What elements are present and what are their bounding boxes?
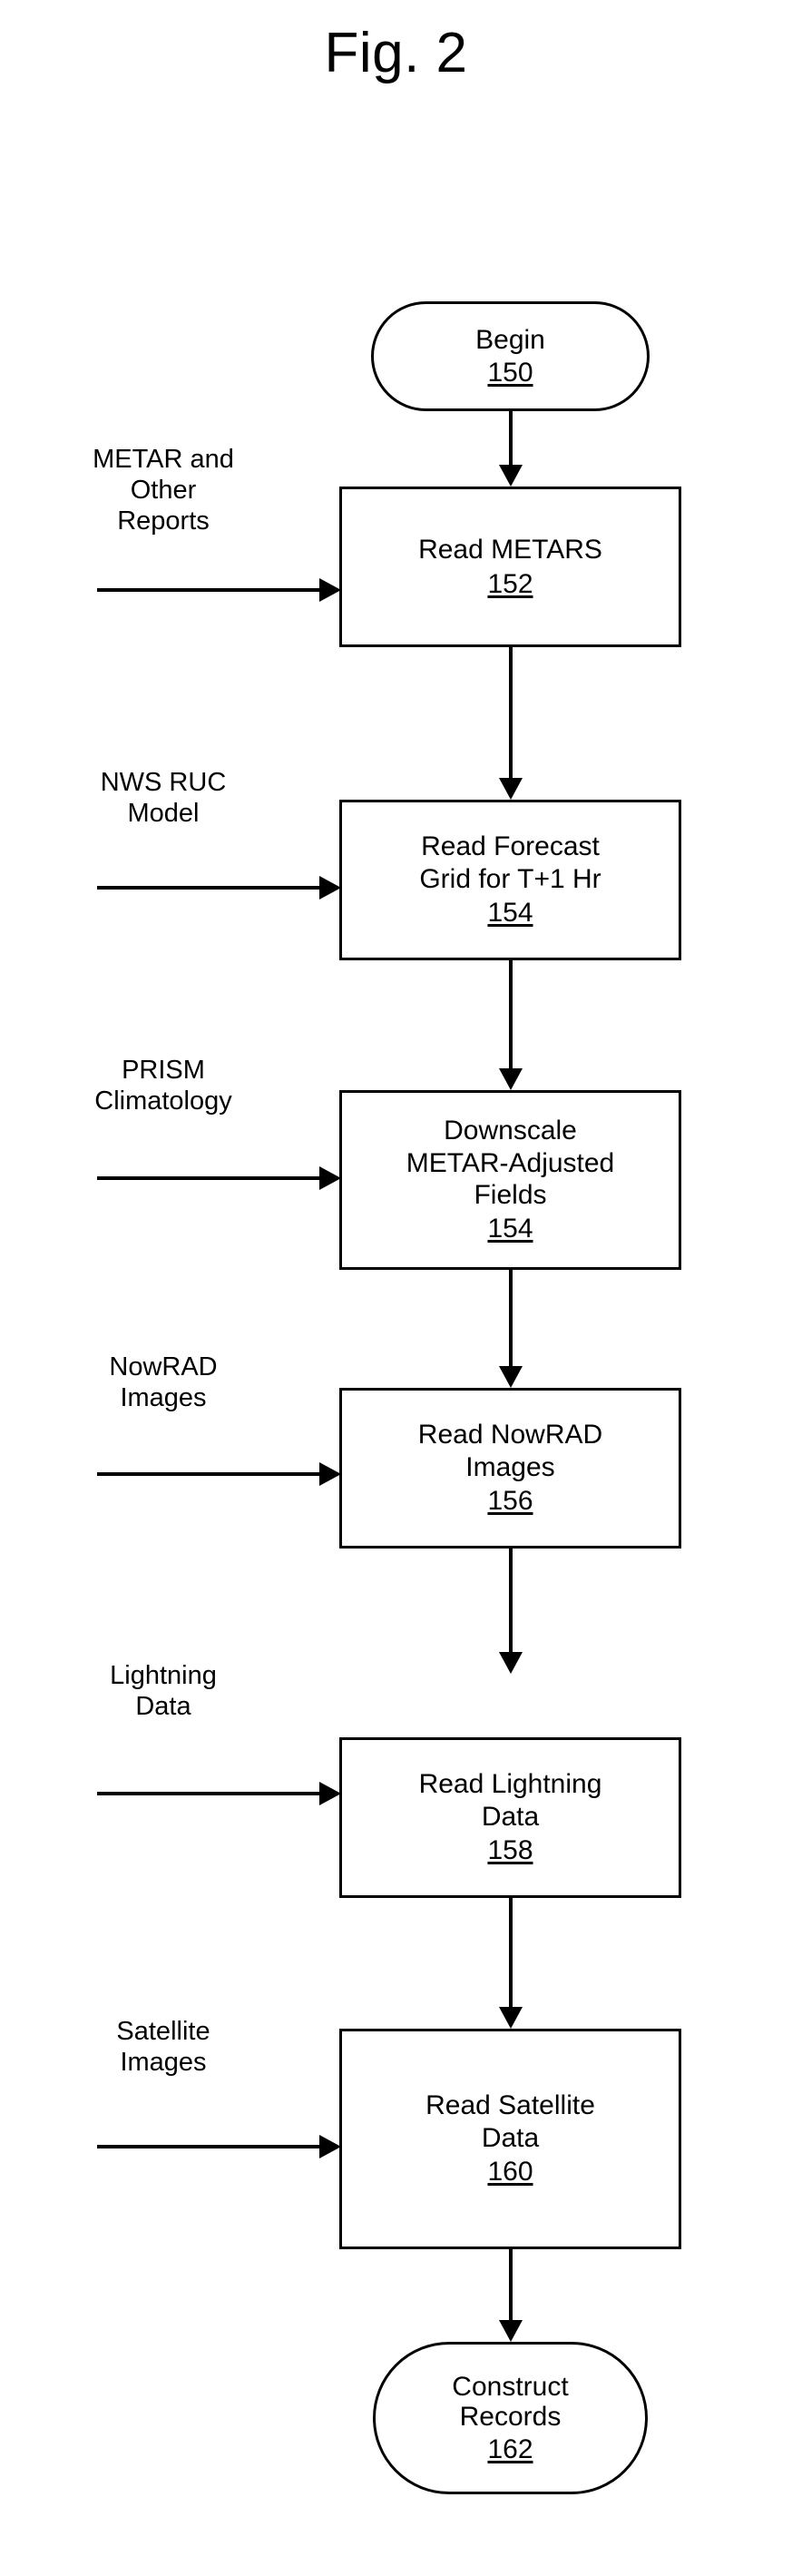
arrowhead-downscale-to-nowrad [499,1366,523,1388]
arrowhead-metars-to-forecast [499,778,523,800]
input-label-prism: PRISM Climatology [94,1056,232,1116]
input-arrowhead-satellite [319,2135,341,2158]
node-read-lightning-ref: 158 [487,1835,533,1866]
arrowhead-begin-to-metars [499,465,523,487]
node-downscale-fields-ref: 154 [487,1214,533,1244]
input-arrow-line-nowrad [97,1472,324,1476]
arrowhead-forecast-to-downscale [499,1068,523,1090]
node-read-nowrad-ref: 156 [487,1486,533,1517]
node-downscale-fields-label-2: METAR-Adjusted [406,1147,615,1178]
input-arrow-line-lightning [97,1792,324,1795]
node-read-metars: Read METARS 152 [339,487,681,647]
node-begin-ref: 150 [487,357,533,388]
connector-satellite-to-records [509,2249,513,2322]
node-read-forecast-grid-ref: 154 [487,898,533,929]
figure-title: Fig. 2 [324,22,468,84]
input-arrow-line-nws-ruc [97,886,324,890]
node-read-forecast-grid-label-1: Read Forecast [421,831,600,862]
figure-page: Fig. 2 Begin 150 METAR and Other Reports… [0,0,792,2576]
connector-downscale-to-nowrad [509,1270,513,1368]
node-downscale-fields: Downscale METAR-Adjusted Fields 154 [339,1090,681,1270]
node-begin: Begin 150 [371,301,650,411]
node-read-forecast-grid-label-2: Grid for T+1 Hr [419,863,601,894]
node-read-satellite: Read Satellite Data 160 [339,2029,681,2249]
connector-begin-to-metars [509,410,513,467]
node-read-satellite-label-2: Data [481,2122,540,2153]
input-arrowhead-nws-ruc [319,876,341,900]
node-read-lightning-label-1: Read Lightning [418,1769,602,1800]
node-begin-label: Begin [475,324,545,355]
connector-lightning-to-satellite [509,1898,513,2009]
connector-nowrad-to-lightning [509,1549,513,1654]
node-downscale-fields-label-3: Fields [474,1180,547,1210]
input-label-metar: METAR and Other Reports [93,445,234,536]
node-read-metars-label: Read METARS [418,535,602,565]
input-label-satellite: Satellite Images [116,2017,210,2077]
input-arrow-line-satellite [97,2145,324,2148]
node-read-satellite-ref: 160 [487,2157,533,2188]
arrowhead-nowrad-to-lightning [499,1652,523,1674]
input-arrowhead-lightning [319,1782,341,1805]
input-label-nws-ruc: NWS RUC Model [100,768,227,828]
node-read-lightning-label-2: Data [481,1801,540,1832]
node-read-lightning: Read Lightning Data 158 [339,1737,681,1898]
connector-metars-to-forecast [509,647,513,780]
arrowhead-satellite-to-records [499,2320,523,2342]
node-read-nowrad-label-1: Read NowRAD [417,1420,603,1450]
input-arrowhead-metar [319,578,341,602]
node-construct-records-label-1: Construct [452,2371,569,2402]
input-arrow-line-metar [97,588,324,592]
input-label-lightning: Lightning Data [110,1661,217,1721]
node-construct-records-ref: 162 [487,2433,533,2464]
node-read-nowrad-label-2: Images [465,1451,555,1482]
input-arrowhead-nowrad [319,1462,341,1486]
input-arrowhead-prism [319,1166,341,1190]
arrowhead-lightning-to-satellite [499,2007,523,2029]
node-read-nowrad: Read NowRAD Images 156 [339,1388,681,1549]
node-construct-records: Construct Records 162 [373,2342,648,2494]
node-downscale-fields-label-1: Downscale [444,1116,577,1146]
node-read-satellite-label-1: Read Satellite [425,2090,595,2121]
node-construct-records-label-2: Records [459,2402,562,2433]
input-arrow-line-prism [97,1176,324,1180]
node-read-forecast-grid: Read Forecast Grid for T+1 Hr 154 [339,800,681,960]
node-read-metars-ref: 152 [487,568,533,599]
input-label-nowrad: NowRAD Images [109,1352,218,1412]
connector-forecast-to-downscale [509,960,513,1070]
